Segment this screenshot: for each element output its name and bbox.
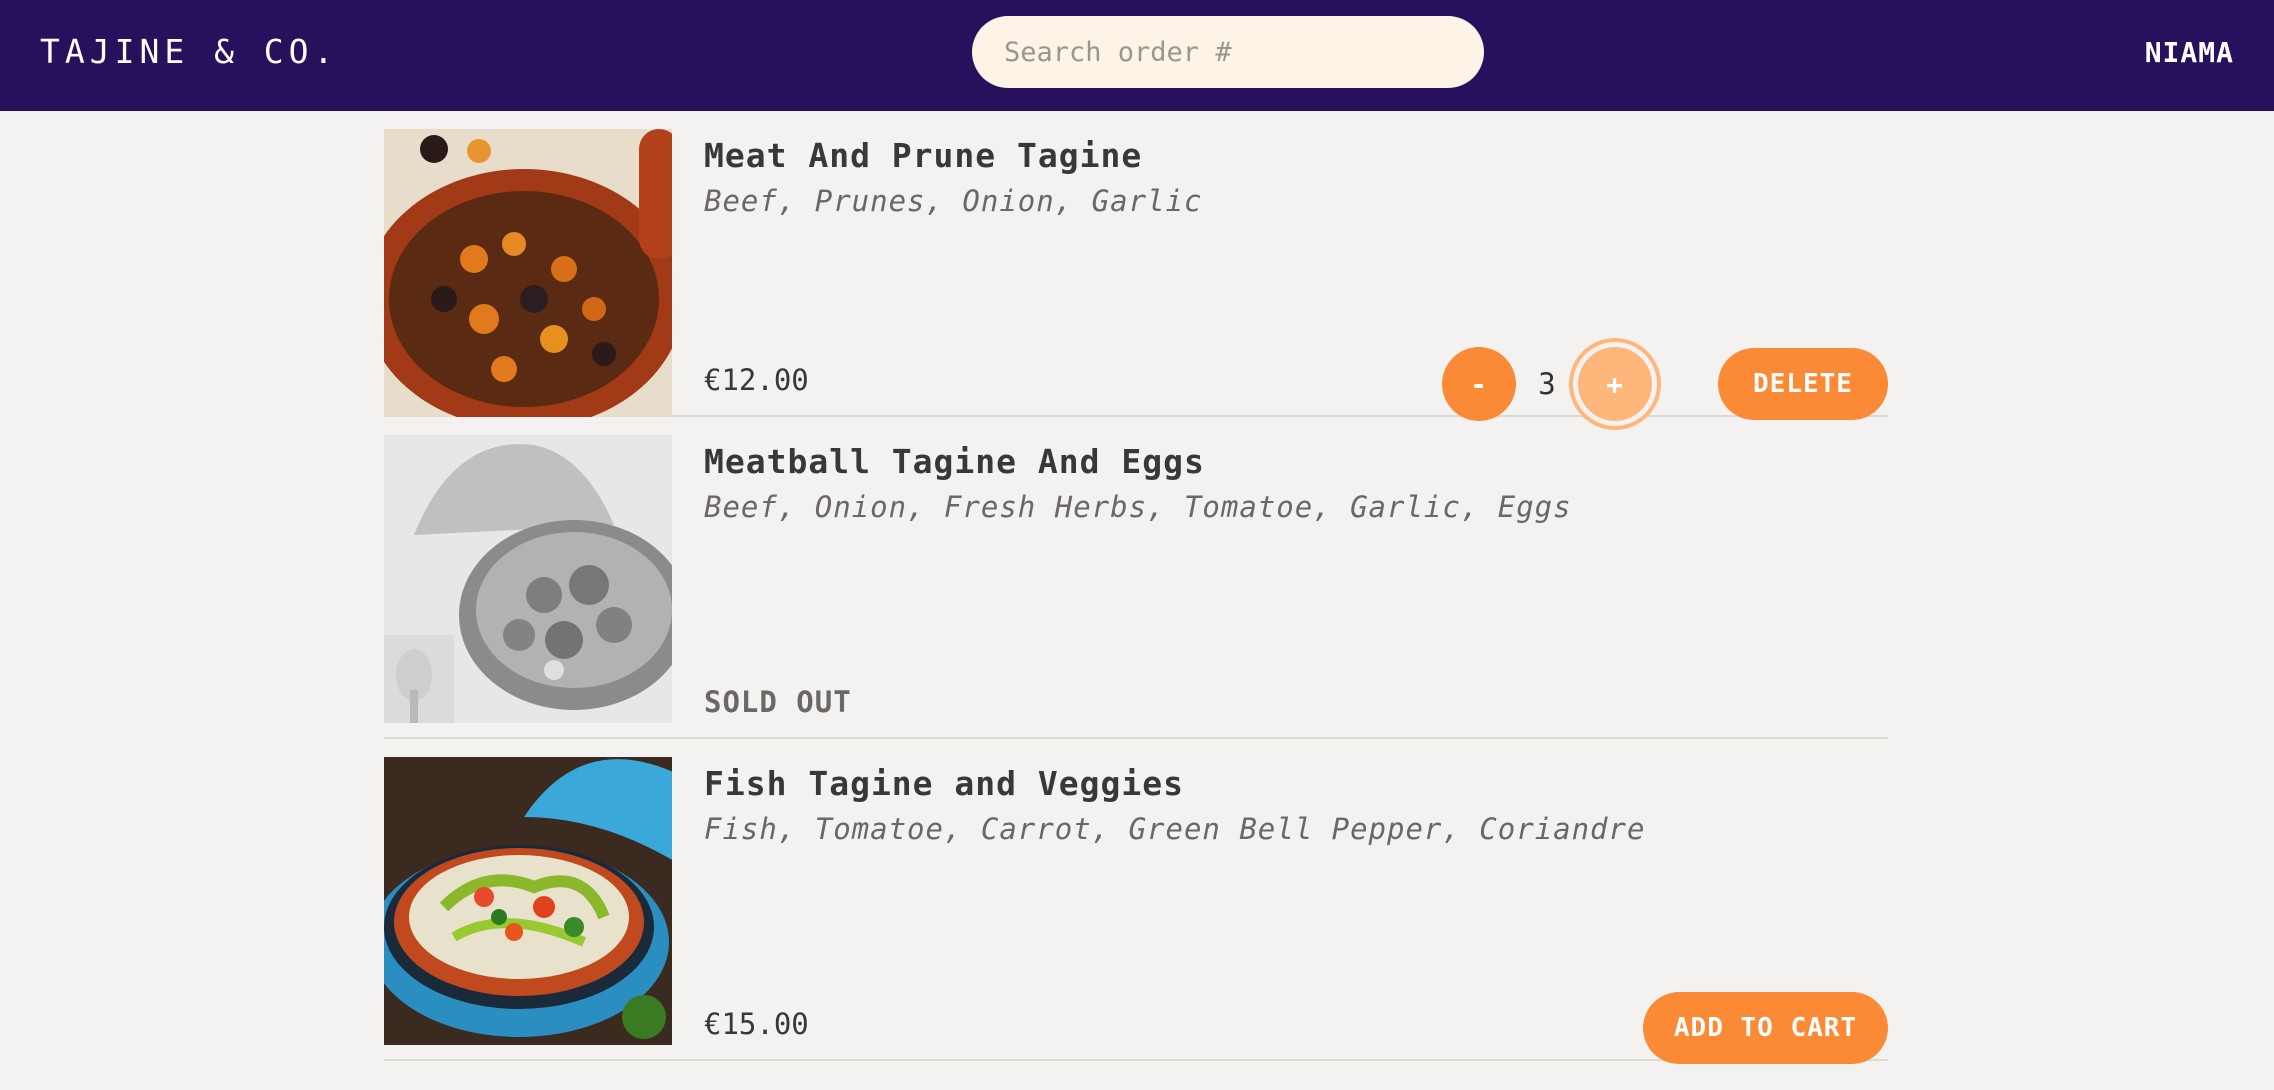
dish-image (384, 757, 672, 1045)
dish-ingredients: Beef, Prunes, Onion, Garlic (704, 184, 1203, 218)
dish-image (384, 129, 672, 417)
menu-item: Meatball Tagine And Eggs Beef, Onion, Fr… (384, 417, 1888, 739)
add-to-cart-button[interactable]: ADD TO CART (1643, 992, 1888, 1064)
dish-ingredients: Fish, Tomatoe, Carrot, Green Bell Pepper… (704, 812, 1646, 846)
dish-price: €15.00 (704, 1007, 809, 1041)
brand-logo[interactable]: TAJINE & CO. (40, 30, 338, 74)
username: NIAMA (2144, 36, 2234, 69)
delete-button[interactable]: DELETE (1718, 348, 1888, 420)
menu-list: Meat And Prune Tagine Beef, Prunes, Onio… (384, 111, 1888, 1064)
sold-out-label: SOLD OUT (704, 685, 852, 719)
dish-name: Fish Tagine and Veggies (704, 764, 1184, 803)
search-order-input[interactable] (972, 16, 1484, 88)
dish-price: €12.00 (704, 363, 809, 397)
menu-item: Meat And Prune Tagine Beef, Prunes, Onio… (384, 111, 1888, 421)
dish-name: Meatball Tagine And Eggs (704, 442, 1205, 481)
increase-quantity-button[interactable]: + (1578, 347, 1652, 421)
menu-item: Fish Tagine and Veggies Fish, Tomatoe, C… (384, 739, 1888, 1064)
dish-image (384, 435, 672, 723)
dish-name: Meat And Prune Tagine (704, 136, 1143, 175)
top-bar: TAJINE & CO. NIAMA (0, 0, 2274, 111)
quantity-value: 3 (1538, 367, 1556, 401)
dish-ingredients: Beef, Onion, Fresh Herbs, Tomatoe, Garli… (704, 490, 1572, 524)
decrease-quantity-button[interactable]: - (1442, 347, 1516, 421)
